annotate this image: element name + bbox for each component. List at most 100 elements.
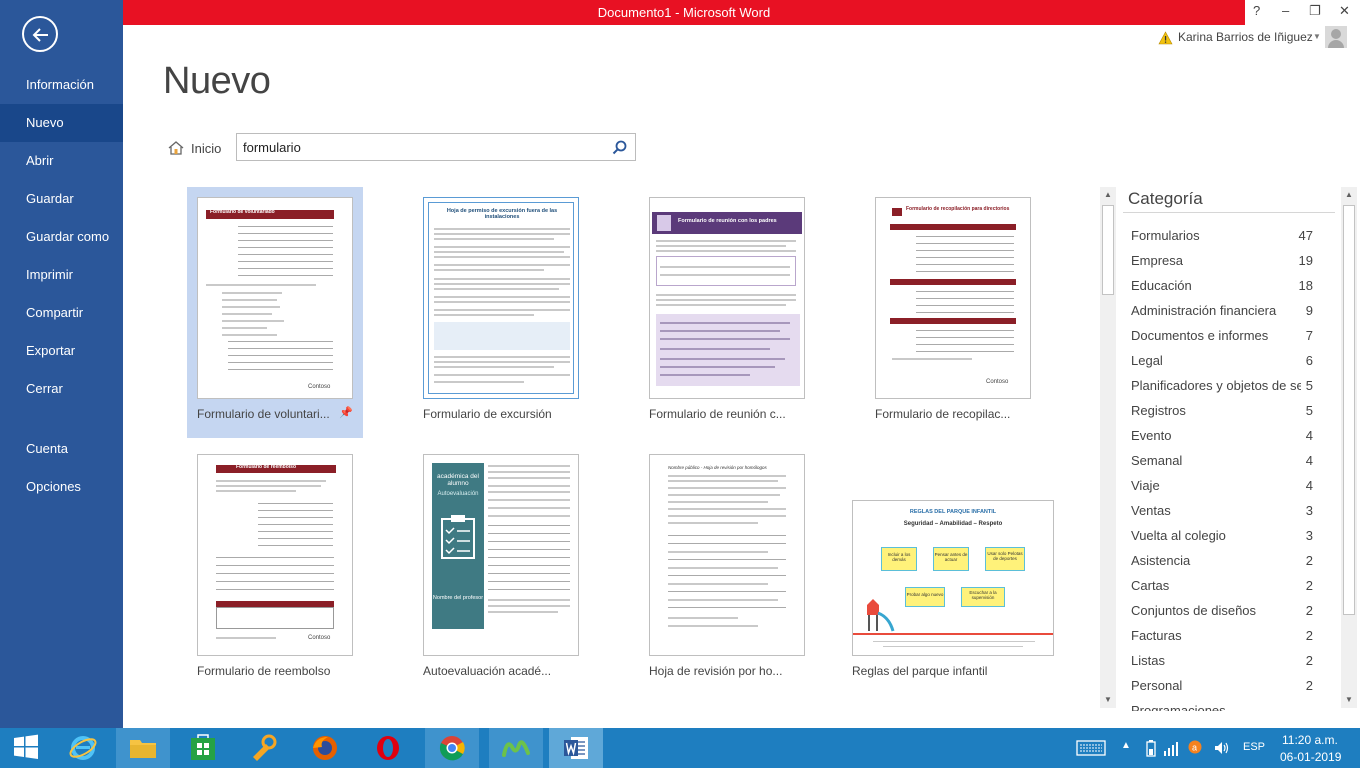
- search-box: [236, 133, 636, 161]
- nav-opciones[interactable]: Opciones: [0, 468, 123, 506]
- minimize-button[interactable]: –: [1282, 3, 1289, 18]
- taskbar-file-explorer[interactable]: [116, 728, 170, 768]
- taskbar-chrome[interactable]: [425, 728, 479, 768]
- category-item[interactable]: Vuelta al colegio 3: [1123, 523, 1323, 548]
- category-heading: Categoría: [1128, 189, 1203, 208]
- category-count: 2: [1305, 553, 1313, 568]
- template-label: Formulario de reembolso: [197, 664, 331, 678]
- nav-exportar[interactable]: Exportar: [0, 332, 123, 370]
- template-card-revision[interactable]: Nombre público - Hoja de revisión por ho…: [639, 444, 815, 695]
- category-item[interactable]: Viaje 4: [1123, 473, 1323, 498]
- category-item[interactable]: Asistencia 2: [1123, 548, 1323, 573]
- taskbar-internet-explorer[interactable]: [56, 728, 110, 768]
- account-name: Karina Barrios de Iñiguez: [1178, 30, 1313, 44]
- scrollbar-thumb[interactable]: [1102, 205, 1114, 295]
- nav-guardar-como[interactable]: Guardar como: [0, 218, 123, 256]
- category-item[interactable]: Registros 5: [1123, 398, 1323, 423]
- battery-icon[interactable]: [1145, 739, 1157, 757]
- scroll-down-icon[interactable]: ▼: [1343, 694, 1355, 706]
- show-hidden-icons-icon[interactable]: ▲: [1121, 740, 1131, 751]
- language-indicator[interactable]: ESP: [1243, 741, 1265, 753]
- nav-abrir[interactable]: Abrir: [0, 142, 123, 180]
- category-item[interactable]: Programaciones: [1123, 698, 1323, 711]
- template-card-reembolso[interactable]: Formulario de reembolso Contoso Formular…: [187, 444, 363, 695]
- nav-compartir[interactable]: Compartir: [0, 294, 123, 332]
- rule-box: Usar solo Pelotas de deportes: [985, 547, 1025, 571]
- thumb-brand: Contoso: [308, 384, 331, 390]
- close-button[interactable]: ✕: [1339, 3, 1350, 19]
- nav-cerrar[interactable]: Cerrar: [0, 370, 123, 408]
- category-name: Evento: [1131, 428, 1172, 443]
- template-thumbnail: académica del alumno Autoevaluación Nomb…: [423, 454, 579, 656]
- nav-informacion[interactable]: Información: [0, 66, 123, 104]
- category-item[interactable]: Evento 4: [1123, 423, 1323, 448]
- taskbar-tools[interactable]: [236, 728, 290, 768]
- category-item[interactable]: Administración financiera 9: [1123, 298, 1323, 323]
- category-item[interactable]: Educación 18: [1123, 273, 1323, 298]
- category-name: Educación: [1131, 278, 1192, 293]
- category-count: 3: [1305, 503, 1313, 518]
- template-card-voluntariado[interactable]: Formulario de voluntariado Contoso Formu…: [187, 187, 363, 438]
- scroll-down-icon[interactable]: ▼: [1102, 694, 1114, 706]
- signal-icon[interactable]: [1163, 739, 1179, 757]
- category-item[interactable]: Facturas 2: [1123, 623, 1323, 648]
- backstage-nav: Información Nuevo Abrir Guardar Guardar …: [0, 0, 123, 728]
- nav-imprimir[interactable]: Imprimir: [0, 256, 123, 294]
- taskbar-firefox[interactable]: [298, 728, 352, 768]
- avatar[interactable]: [1325, 26, 1347, 48]
- search-input[interactable]: [243, 138, 603, 156]
- clock-time[interactable]: 11:20 a.m.: [1282, 733, 1338, 747]
- category-item[interactable]: Documentos e informes 7: [1123, 323, 1323, 348]
- category-item[interactable]: Semanal 4: [1123, 448, 1323, 473]
- keyboard-icon[interactable]: [1076, 739, 1106, 757]
- template-scrollbar[interactable]: ▲ ▼: [1100, 187, 1116, 708]
- thumb-title: Nombre público - Hoja de revisión por ho…: [668, 465, 767, 470]
- scroll-up-icon[interactable]: ▲: [1102, 189, 1114, 201]
- back-button[interactable]: [22, 16, 58, 52]
- taskbar-store[interactable]: [176, 728, 230, 768]
- clock-date[interactable]: 06-01-2019: [1280, 750, 1341, 764]
- category-item[interactable]: Empresa 19: [1123, 248, 1323, 273]
- category-item[interactable]: Conjuntos de diseños 2: [1123, 598, 1323, 623]
- template-card-parque[interactable]: REGLAS DEL PARQUE INFANTIL Seguridad – A…: [842, 444, 1064, 695]
- taskbar-opera[interactable]: [361, 728, 415, 768]
- taskbar: ▲ a ESP 11:20 a.m. 06-01-2019: [0, 728, 1360, 768]
- category-scrollbar[interactable]: ▲ ▼: [1341, 187, 1357, 708]
- thumb-brand: Contoso: [308, 635, 331, 641]
- category-item[interactable]: Cartas 2: [1123, 573, 1323, 598]
- restore-button[interactable]: ❐: [1309, 3, 1321, 19]
- category-item[interactable]: Planificadores y objetos de se... 5: [1123, 373, 1323, 398]
- category-item[interactable]: Listas 2: [1123, 648, 1323, 673]
- pin-icon[interactable]: 📌: [339, 406, 353, 419]
- category-item[interactable]: Formularios 47: [1123, 223, 1323, 248]
- scroll-up-icon[interactable]: ▲: [1343, 189, 1355, 201]
- home-link[interactable]: Inicio: [167, 139, 227, 157]
- category-item[interactable]: Personal 2: [1123, 673, 1323, 698]
- title-bar: Documento1 - Microsoft Word: [123, 0, 1245, 25]
- taskbar-word[interactable]: [549, 728, 603, 768]
- svg-text:a: a: [1192, 743, 1197, 753]
- category-name: Viaje: [1131, 478, 1160, 493]
- search-icon[interactable]: [611, 139, 629, 157]
- chevron-down-icon[interactable]: ▼: [1313, 32, 1321, 41]
- category-count: 47: [1298, 228, 1313, 243]
- word-backstage-window: Información Nuevo Abrir Guardar Guardar …: [0, 0, 1360, 768]
- template-card-autoevaluacion[interactable]: académica del alumno Autoevaluación Nomb…: [413, 444, 589, 695]
- start-button[interactable]: [0, 728, 54, 768]
- internet-explorer-icon: [69, 736, 97, 760]
- category-item[interactable]: Ventas 3: [1123, 498, 1323, 523]
- template-card-excursion[interactable]: Hoja de permiso de excursión fuera de la…: [413, 187, 589, 438]
- template-card-recopilacion[interactable]: Formulario de recopilación para director…: [865, 187, 1041, 438]
- category-item[interactable]: Legal 6: [1123, 348, 1323, 373]
- help-button[interactable]: ?: [1253, 3, 1260, 18]
- template-card-reunion[interactable]: Formulario de reunión con los padres For…: [639, 187, 815, 438]
- nav-cuenta[interactable]: Cuenta: [0, 430, 123, 468]
- nav-nuevo[interactable]: Nuevo: [0, 104, 123, 142]
- scrollbar-thumb[interactable]: [1343, 205, 1355, 615]
- volume-icon[interactable]: [1213, 739, 1231, 757]
- template-thumbnail: Formulario de reembolso Contoso: [197, 454, 353, 656]
- nav-guardar[interactable]: Guardar: [0, 180, 123, 218]
- avast-icon[interactable]: a: [1188, 740, 1202, 754]
- template-thumbnail: Hoja de permiso de excursión fuera de la…: [423, 197, 579, 399]
- taskbar-movistar[interactable]: [489, 728, 543, 768]
